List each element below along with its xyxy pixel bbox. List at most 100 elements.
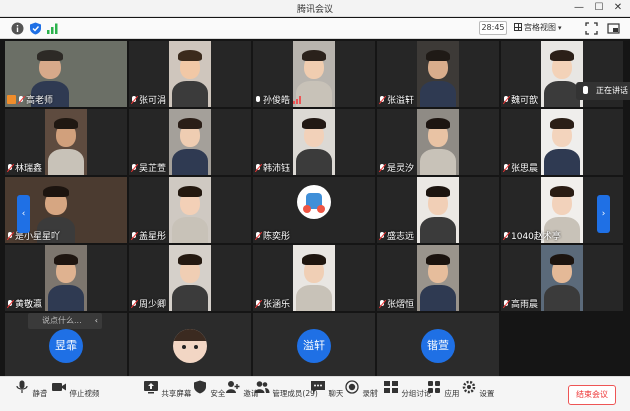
microphone-icon xyxy=(16,380,28,393)
video-tile[interactable]: 孙俊皓 xyxy=(253,41,375,107)
video-tile[interactable]: 张思晨 xyxy=(501,109,623,175)
participant-name: 韩沛钰 xyxy=(263,164,291,174)
video-tile[interactable]: 高雨晨 xyxy=(501,245,623,311)
grid-view-icon xyxy=(514,23,522,31)
view-switch-button[interactable]: 宫格视图 ▾ xyxy=(514,21,562,35)
next-page-button[interactable]: › xyxy=(597,195,610,233)
invite-button[interactable]: 邀请 xyxy=(225,380,258,399)
participant-name: 张熠恒 xyxy=(387,300,415,310)
camera-feed xyxy=(417,177,459,243)
add-user-icon xyxy=(226,381,240,393)
apps-icon xyxy=(428,381,440,393)
video-options-caret-icon[interactable]: ^ xyxy=(87,389,93,397)
participant-name: 周少卿 xyxy=(139,300,167,310)
security-button[interactable]: 安全 xyxy=(192,380,225,399)
maximize-button[interactable]: ☐ xyxy=(592,1,606,15)
info-bar: 28:45 宫格视图 ▾ xyxy=(0,18,630,39)
participant-name: 黄敬瀛 xyxy=(15,300,43,310)
person-hair xyxy=(54,254,78,265)
camera-feed xyxy=(169,177,211,243)
info-icon[interactable] xyxy=(11,22,24,35)
participant-name-tag: 是灵汐 xyxy=(379,161,414,174)
record-button[interactable]: 录制 xyxy=(344,380,377,399)
person-hair xyxy=(302,118,326,129)
person-body xyxy=(420,285,456,311)
mute-options-caret-icon[interactable]: ^ xyxy=(42,389,48,397)
person-hair xyxy=(178,118,202,129)
video-tile[interactable]: 黄敬瀛 xyxy=(5,245,127,311)
apps-button[interactable]: 应用 xyxy=(426,380,459,399)
fullscreen-icon[interactable] xyxy=(585,22,598,35)
video-tile[interactable]: 锴萱 xyxy=(377,313,499,379)
mic-muted-icon xyxy=(131,95,138,104)
camera-feed xyxy=(169,245,211,311)
camera-feed xyxy=(169,41,211,107)
participant-name-tag: 周少卿 xyxy=(131,297,166,310)
participant-name: 张可涓 xyxy=(139,96,167,106)
participant-name: 孙俊皓 xyxy=(263,96,291,106)
share-options-caret-icon[interactable]: ^ xyxy=(177,389,183,397)
video-tile[interactable]: 张可涓 xyxy=(129,41,251,107)
settings-button[interactable]: 设置 xyxy=(461,380,494,399)
video-tile[interactable] xyxy=(129,313,251,379)
camera-feed xyxy=(169,109,211,175)
speaking-indicator: 正在讲话 xyxy=(576,82,630,100)
chat-icon xyxy=(311,381,325,393)
window-title: 腾讯会议 xyxy=(296,5,333,15)
stop-video-button[interactable]: 停止视频 xyxy=(51,380,99,399)
close-button[interactable]: ✕ xyxy=(611,1,625,15)
person-body xyxy=(420,81,456,107)
camera-icon xyxy=(52,383,66,391)
video-tile[interactable]: 陈奕彤 xyxy=(253,177,375,243)
share-screen-button[interactable]: 共享屏幕 xyxy=(143,380,191,399)
camera-feed xyxy=(293,109,335,175)
video-tile[interactable]: 韩沛钰 xyxy=(253,109,375,175)
participant-name: 是灵汐 xyxy=(387,164,415,174)
participant-name: 高老师 xyxy=(26,96,54,106)
mic-muted-icon xyxy=(255,299,262,308)
participant-name: 吴芷萱 xyxy=(139,164,167,174)
participant-name-tag: 陈奕彤 xyxy=(255,229,290,242)
manage-members-button[interactable]: 管理成员(29) xyxy=(254,380,318,399)
pip-icon[interactable] xyxy=(607,22,620,35)
mic-muted-icon xyxy=(379,163,386,172)
video-tile[interactable]: 张熠恒 xyxy=(377,245,499,311)
camera-feed xyxy=(293,245,335,311)
minimize-button[interactable]: — xyxy=(572,1,586,15)
video-tile[interactable]: 林瑞鑫 xyxy=(5,109,127,175)
camera-feed xyxy=(417,245,459,311)
video-tile[interactable]: 盖星彤 xyxy=(129,177,251,243)
breakout-button[interactable]: 分组讨论 xyxy=(383,380,431,399)
video-tile[interactable]: 盛志远 xyxy=(377,177,499,243)
chevron-down-icon: ▾ xyxy=(558,24,562,32)
video-tile[interactable]: 张溢轩 xyxy=(377,41,499,107)
profile-avatar-image xyxy=(297,185,331,219)
participant-name-tag: 张溢轩 xyxy=(379,93,414,106)
participant-name-tag: 林瑞鑫 xyxy=(7,161,42,174)
record-options-caret-icon[interactable]: ^ xyxy=(373,389,379,397)
collapse-icon[interactable]: ‹ xyxy=(95,313,98,329)
end-meeting-button[interactable]: 结束会议 xyxy=(568,385,616,405)
video-tile[interactable]: 溢轩 xyxy=(253,313,375,379)
prev-page-button[interactable]: ‹ xyxy=(17,195,30,233)
camera-feed xyxy=(45,245,87,311)
person-body xyxy=(296,149,332,175)
apps-label: 应用 xyxy=(444,389,460,398)
chat-input[interactable]: 说点什么... ‹ xyxy=(28,313,102,329)
video-tile[interactable]: 张涵乐 xyxy=(253,245,375,311)
person-hair xyxy=(550,186,574,197)
chat-button[interactable]: 聊天 xyxy=(310,380,343,399)
video-tile[interactable]: 吴芷萱 xyxy=(129,109,251,175)
person-hair xyxy=(426,186,450,197)
video-tile[interactable]: 是灵汐 xyxy=(377,109,499,175)
mic-muted-icon xyxy=(379,95,386,104)
mic-muted-icon xyxy=(7,299,14,308)
shield-icon[interactable] xyxy=(29,22,42,35)
video-tile[interactable]: 周少卿 xyxy=(129,245,251,311)
participant-name-tag: 盛志远 xyxy=(379,229,414,242)
breakout-icon xyxy=(384,381,398,393)
mute-button[interactable]: 静音 xyxy=(14,380,47,399)
signal-icon[interactable] xyxy=(46,22,59,35)
video-tile[interactable]: 高老师 xyxy=(5,41,127,107)
person-body xyxy=(420,149,456,175)
